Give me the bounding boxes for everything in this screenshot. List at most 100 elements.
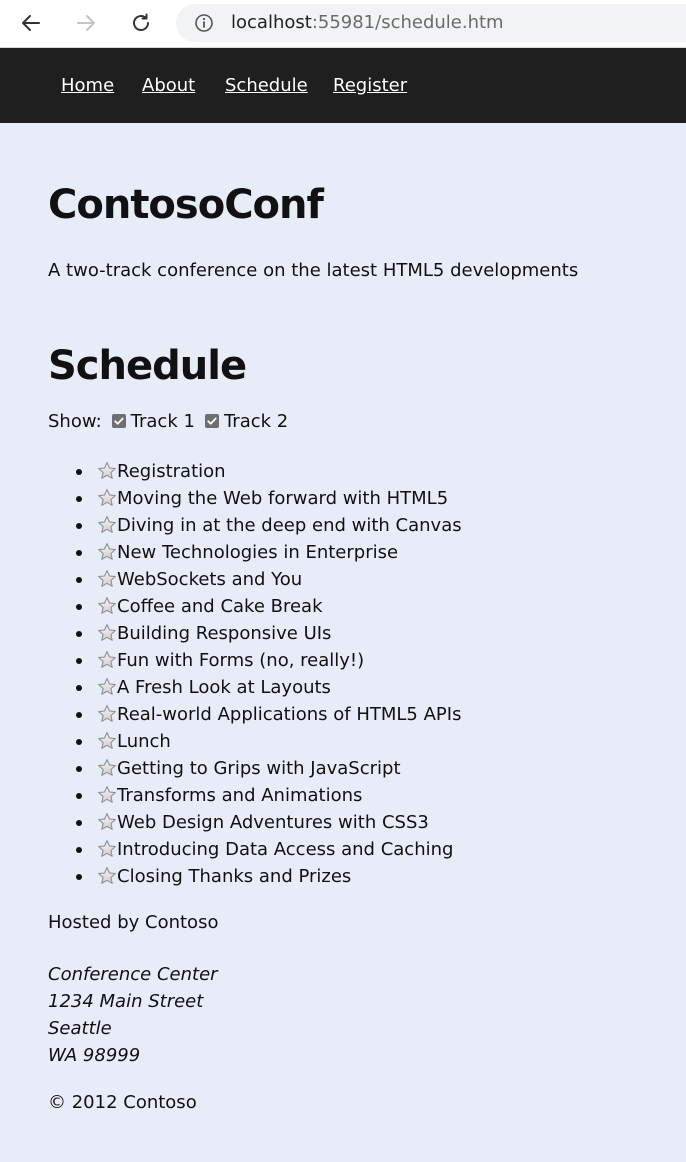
star-icon[interactable] xyxy=(97,866,117,886)
star-icon[interactable] xyxy=(97,758,117,778)
track-2-checkbox[interactable] xyxy=(204,414,219,428)
track-2-label[interactable]: Track 2 xyxy=(224,411,288,432)
star-icon[interactable] xyxy=(97,731,117,751)
address-bar[interactable]: localhost:55981/schedule.htm xyxy=(176,4,686,42)
copyright: © 2012 Contoso xyxy=(48,1092,197,1113)
bullet-icon xyxy=(76,658,82,664)
session-item: Coffee and Cake Break xyxy=(48,593,648,620)
nav-link-home[interactable]: Home xyxy=(61,75,114,97)
session-item: Registration xyxy=(48,458,648,485)
session-list: Registration Moving the Web forward with … xyxy=(48,458,648,890)
star-icon[interactable] xyxy=(97,461,117,481)
track-1-label[interactable]: Track 1 xyxy=(131,411,195,432)
url-text[interactable]: localhost:55981/schedule.htm xyxy=(231,12,504,34)
page-title: ContosoConf xyxy=(48,182,324,228)
session-item: Fun with Forms (no, really!) xyxy=(48,647,648,674)
session-title: Transforms and Animations xyxy=(117,785,363,806)
bullet-icon xyxy=(76,604,82,610)
session-item: Getting to Grips with JavaScript xyxy=(48,755,648,782)
bullet-icon xyxy=(76,577,82,583)
nav-link-about[interactable]: About xyxy=(142,75,195,97)
session-item: Lunch xyxy=(48,728,648,755)
star-icon[interactable] xyxy=(97,569,117,589)
bullet-icon xyxy=(76,874,82,880)
session-title: Building Responsive UIs xyxy=(117,623,332,644)
show-label: Show: xyxy=(48,410,102,432)
session-item: Building Responsive UIs xyxy=(48,620,648,647)
url-path: :55981/schedule.htm xyxy=(311,12,504,33)
checkmark-icon xyxy=(113,417,124,425)
session-item: Closing Thanks and Prizes xyxy=(48,863,648,890)
star-icon[interactable] xyxy=(97,542,117,562)
site-nav: Home About Schedule Register xyxy=(0,48,686,123)
bullet-icon xyxy=(76,712,82,718)
session-title: Coffee and Cake Break xyxy=(117,596,323,617)
star-icon[interactable] xyxy=(97,812,117,832)
star-icon[interactable] xyxy=(97,839,117,859)
address-line: Conference Center xyxy=(48,964,218,985)
session-item: Moving the Web forward with HTML5 xyxy=(48,485,648,512)
star-icon[interactable] xyxy=(97,785,117,805)
browser-toolbar: localhost:55981/schedule.htm xyxy=(0,0,686,48)
star-icon[interactable] xyxy=(97,515,117,535)
hosted-by: Hosted by Contoso xyxy=(48,912,219,933)
address-line: 1234 Main Street xyxy=(48,991,204,1012)
session-title: WebSockets and You xyxy=(117,569,303,590)
session-title: New Technologies in Enterprise xyxy=(117,542,399,563)
star-icon[interactable] xyxy=(97,704,117,724)
star-icon[interactable] xyxy=(97,596,117,616)
session-title: Lunch xyxy=(117,731,171,752)
star-icon[interactable] xyxy=(97,650,117,670)
arrow-right-icon xyxy=(77,15,95,31)
session-item: Diving in at the deep end with Canvas xyxy=(48,512,648,539)
tagline: A two-track conference on the latest HTM… xyxy=(48,260,579,281)
session-title: Web Design Adventures with CSS3 xyxy=(117,812,429,833)
nav-link-register[interactable]: Register xyxy=(333,75,407,97)
checkmark-icon xyxy=(207,417,217,425)
session-item: Introducing Data Access and Caching xyxy=(48,836,648,863)
session-item: Web Design Adventures with CSS3 xyxy=(48,809,648,836)
bullet-icon xyxy=(76,793,82,799)
session-title: Introducing Data Access and Caching xyxy=(117,839,454,860)
bullet-icon xyxy=(76,469,82,475)
session-title: Getting to Grips with JavaScript xyxy=(117,758,401,779)
bullet-icon xyxy=(76,847,82,853)
track-filter: Show: Track 1 Track 2 xyxy=(48,408,298,434)
session-title: Registration xyxy=(117,461,226,482)
session-title: Diving in at the deep end with Canvas xyxy=(117,515,462,536)
session-item: New Technologies in Enterprise xyxy=(48,539,648,566)
session-title: Fun with Forms (no, really!) xyxy=(117,650,365,671)
bullet-icon xyxy=(76,550,82,556)
session-title: A Fresh Look at Layouts xyxy=(117,677,331,698)
info-icon[interactable] xyxy=(194,13,214,33)
session-item: Real-world Applications of HTML5 APIs xyxy=(48,701,648,728)
session-item: WebSockets and You xyxy=(48,566,648,593)
back-button[interactable] xyxy=(17,9,45,37)
url-host: localhost xyxy=(231,12,312,33)
address-line: Seattle xyxy=(48,1018,112,1039)
session-title: Closing Thanks and Prizes xyxy=(117,866,352,887)
bullet-icon xyxy=(76,523,82,529)
refresh-button[interactable] xyxy=(127,9,155,37)
session-title: Moving the Web forward with HTML5 xyxy=(117,488,449,509)
forward-button[interactable] xyxy=(72,9,100,37)
track-1-checkbox[interactable] xyxy=(111,414,126,428)
star-icon[interactable] xyxy=(97,488,117,508)
schedule-heading: Schedule xyxy=(48,343,247,389)
venue-address: Conference Center 1234 Main Street Seatt… xyxy=(48,961,218,1069)
star-icon[interactable] xyxy=(97,677,117,697)
address-line: WA 98999 xyxy=(48,1045,141,1066)
star-icon[interactable] xyxy=(97,623,117,643)
session-item: Transforms and Animations xyxy=(48,782,648,809)
bullet-icon xyxy=(76,820,82,826)
nav-link-schedule[interactable]: Schedule xyxy=(225,75,308,97)
refresh-icon xyxy=(133,13,149,31)
bullet-icon xyxy=(76,739,82,745)
bullet-icon xyxy=(76,685,82,691)
bullet-icon xyxy=(76,766,82,772)
bullet-icon xyxy=(76,631,82,637)
session-title: Real-world Applications of HTML5 APIs xyxy=(117,704,462,725)
session-item: A Fresh Look at Layouts xyxy=(48,674,648,701)
arrow-left-icon xyxy=(22,15,40,31)
bullet-icon xyxy=(76,496,82,502)
